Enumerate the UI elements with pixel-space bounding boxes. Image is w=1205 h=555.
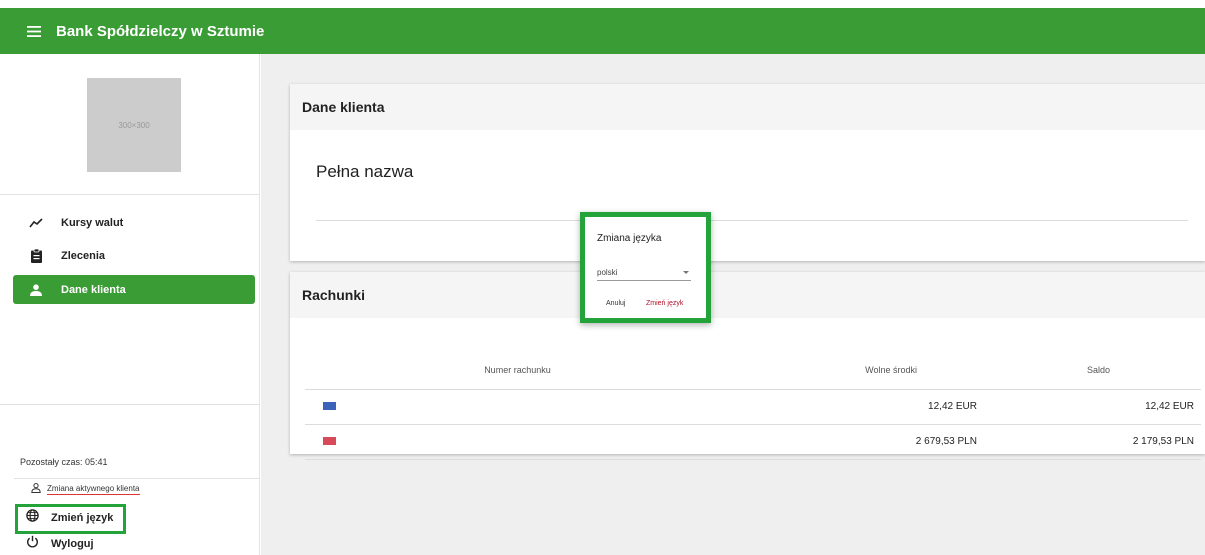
sidebar-divider <box>0 404 259 405</box>
person-icon <box>26 283 46 296</box>
pl-flag-icon <box>323 437 336 446</box>
table-header-row: Numer rachunku Wolne środki Saldo <box>305 352 1201 390</box>
flag-column-header <box>305 352 485 390</box>
account-number-cell <box>484 389 664 425</box>
table-row[interactable]: 12,42 EUR 12,42 EUR <box>305 389 1201 425</box>
card-title: Dane klienta <box>290 84 1205 130</box>
column-header-balance: Saldo <box>976 352 1201 390</box>
top-app-bar: Bank Spółdzielczy w Sztumie <box>0 8 1205 54</box>
trending-up-icon <box>26 217 46 228</box>
sidebar-divider <box>14 478 259 479</box>
sidebar-item-dane-klienta[interactable]: Dane klienta <box>13 275 255 304</box>
clipboard-icon <box>26 248 46 263</box>
person-outline-icon <box>31 480 41 498</box>
card-title: Rachunki <box>290 272 1205 318</box>
account-number-cell <box>484 424 664 460</box>
available-funds-cell: 12,42 EUR <box>663 389 977 425</box>
sidebar: 300×300 Kursy walut Zlecenia Dane klient… <box>0 54 260 555</box>
language-select[interactable]: polski <box>597 265 691 281</box>
confirm-language-button[interactable]: Zmień język <box>646 300 683 307</box>
table-row[interactable]: 2 679,53 PLN 2 179,53 PLN <box>305 424 1201 460</box>
logout-label: Wyloguj <box>51 538 94 550</box>
available-funds-cell: 2 679,53 PLN <box>663 424 977 460</box>
logout-button[interactable]: Wyloguj <box>26 535 94 553</box>
flag-cell <box>305 389 485 425</box>
sidebar-item-zlecenia[interactable]: Zlecenia <box>13 241 255 270</box>
sidebar-item-label: Kursy walut <box>61 216 124 229</box>
flag-cell <box>305 424 485 460</box>
column-header-available-funds: Wolne środki <box>663 352 977 390</box>
selected-language: polski <box>597 268 618 277</box>
dialog-title: Zmiana języka <box>597 233 662 244</box>
chevron-down-icon <box>683 271 689 274</box>
sidebar-item-label: Dane klienta <box>61 283 126 296</box>
eu-flag-icon <box>323 402 336 411</box>
client-data-card: Dane klienta Pełna nazwa <box>290 84 1205 261</box>
sidebar-item-label: Zlecenia <box>61 249 106 262</box>
app-title: Bank Spółdzielczy w Sztumie <box>56 22 265 40</box>
balance-cell: 12,42 EUR <box>976 389 1201 425</box>
column-header-account-number: Numer rachunku <box>484 352 664 390</box>
power-icon <box>26 535 39 553</box>
avatar: 300×300 <box>87 78 181 172</box>
main-content: Dane klienta Pełna nazwa Rachunki Numer … <box>261 54 1205 555</box>
session-timer: Pozostały czas: 05:41 <box>20 457 108 467</box>
switch-client-label: Zmiana aktywnego klienta <box>47 483 140 495</box>
avatar-placeholder-text: 300×300 <box>118 120 150 130</box>
sidebar-divider <box>0 194 259 195</box>
switch-client-link[interactable]: Zmiana aktywnego klienta <box>31 480 140 498</box>
balance-cell: 2 179,53 PLN <box>976 424 1201 460</box>
highlight-box <box>15 504 126 534</box>
full-name-label: Pełna nazwa <box>316 162 414 181</box>
accounts-card: Rachunki Numer rachunku Wolne środki Sal… <box>290 272 1205 460</box>
sidebar-item-kursy-walut[interactable]: Kursy walut <box>13 208 255 237</box>
hamburger-menu-icon[interactable] <box>14 8 54 54</box>
accounts-table: Numer rachunku Wolne środki Saldo 12,42 … <box>305 352 1201 460</box>
cancel-button[interactable]: Anuluj <box>606 300 625 307</box>
language-dialog: Zmiana języka polski Anuluj Zmień język <box>580 212 711 323</box>
full-name-underline <box>316 220 1188 221</box>
